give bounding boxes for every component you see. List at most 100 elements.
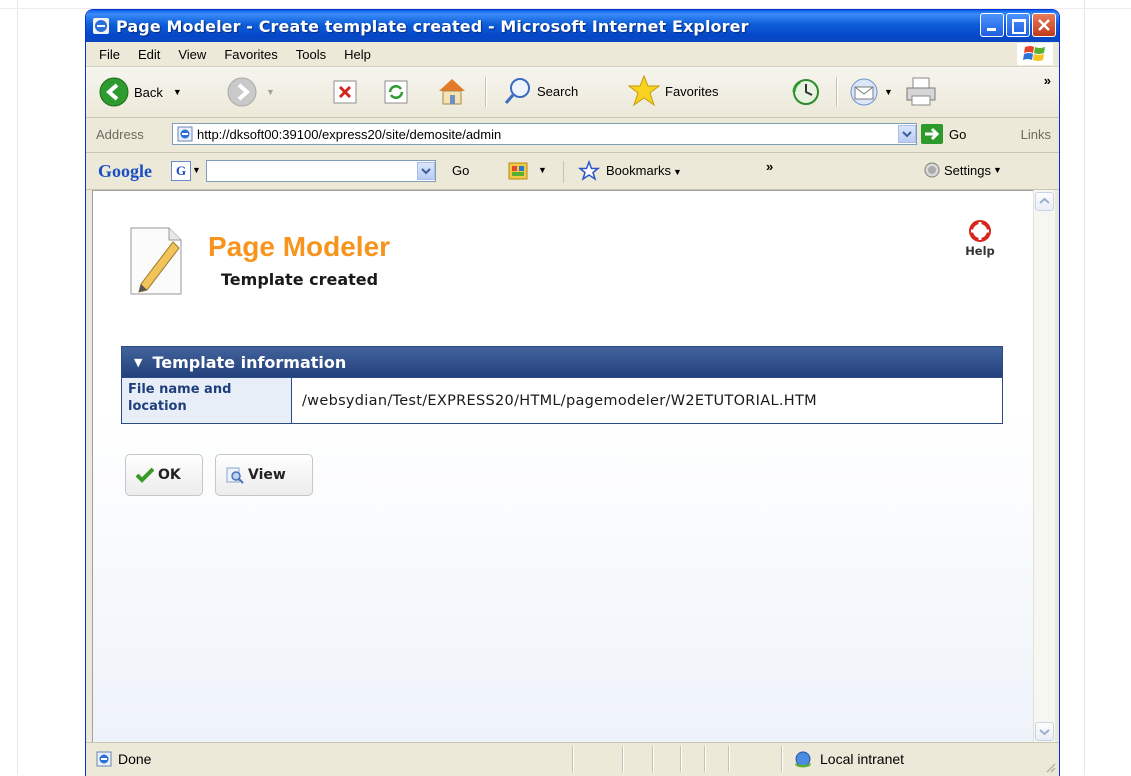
chevron-down-icon [902,131,912,138]
status-divider [652,746,654,772]
status-divider [704,746,706,772]
search-button[interactable]: Search [503,76,578,106]
settings-label: Settings [944,162,991,178]
google-g-icon[interactable]: G [171,161,191,181]
google-extra-icon[interactable] [506,159,532,183]
address-dropdown-button[interactable] [898,125,916,143]
ok-button[interactable]: OK [125,454,203,496]
help-lifebuoy-icon [969,220,991,242]
scroll-down-button[interactable] [1035,722,1054,741]
favorites-button[interactable]: Favorites [627,74,718,108]
menu-bar: File Edit View Favorites Tools Help [86,42,1059,67]
refresh-button[interactable] [384,80,408,104]
resize-grip-icon[interactable] [1044,761,1056,773]
checkmark-icon [136,467,154,483]
status-divider [622,746,624,772]
guide-line-right [1084,0,1085,775]
menu-view[interactable]: View [169,47,215,62]
panel-header[interactable]: ▼ Template information [122,347,1002,377]
mail-dropdown-icon[interactable]: ▼ [884,87,893,97]
bookmarks-dropdown-icon: ▼ [673,167,682,177]
history-icon [792,79,819,105]
google-overflow-chevron[interactable]: » [766,159,773,174]
status-divider [680,746,682,772]
page-ie-icon [177,126,193,142]
chevron-up-icon [1039,197,1050,204]
menu-edit[interactable]: Edit [129,47,169,62]
minimize-button[interactable] [980,13,1004,37]
print-button[interactable] [904,76,938,108]
status-bar: Done Local intranet [86,742,1059,776]
google-logo-text: Google [98,161,152,181]
toolbar-overflow-chevron[interactable]: » [1044,73,1051,88]
google-search-dropdown[interactable] [417,162,435,180]
table-row: File name and location /websydian/Test/E… [122,377,1002,423]
ok-label: OK [158,467,181,483]
bookmark-star-icon [578,160,600,181]
title-bar[interactable]: Page Modeler - Create template created -… [86,10,1059,42]
close-icon [1038,19,1050,31]
google-menu-dropdown-icon[interactable]: ▼ [192,165,201,175]
standard-toolbar: Back ▼ ▼ Search Favorites ▼ » [86,67,1059,118]
close-button[interactable] [1032,13,1056,37]
view-label: View [248,467,286,483]
settings-radio-icon [924,162,940,178]
menu-file[interactable]: File [86,47,129,62]
vertical-scrollbar[interactable] [1033,190,1055,743]
forward-dropdown-icon[interactable]: ▼ [266,87,275,97]
bookmarks-label: Bookmarks [606,163,672,178]
toolbar-separator [485,77,487,107]
menu-tools[interactable]: Tools [287,47,335,62]
menu-help[interactable]: Help [335,47,380,62]
google-logo[interactable]: Google [98,161,152,182]
file-location-label: File name and location [122,378,292,423]
guide-line-left [17,0,18,775]
google-search-input[interactable] [206,160,436,182]
settings-menu[interactable]: Settings ▼ [924,162,1002,178]
chevron-down-icon [1039,729,1050,736]
stop-button[interactable] [333,80,357,104]
forward-arrow-icon [227,77,257,107]
links-label[interactable]: Links [1021,127,1051,142]
bookmarks-menu[interactable]: Bookmarks ▼ [606,163,682,178]
minimize-icon [987,28,996,31]
google-extra-dropdown-icon[interactable]: ▼ [538,165,547,175]
favorites-star-icon [627,74,661,107]
address-input[interactable]: http://dksoft00:39100/express20/site/dem… [172,123,917,145]
menu-favorites[interactable]: Favorites [215,47,286,62]
google-go-button[interactable]: Go [452,163,469,178]
help-link[interactable]: Help [957,220,1003,258]
local-intranet-icon [795,751,811,768]
history-button[interactable] [790,76,822,108]
page-ie-icon [96,751,112,767]
window-title: Page Modeler - Create template created -… [116,16,749,36]
back-dropdown-icon[interactable]: ▼ [173,87,182,97]
search-icon [504,78,530,104]
maximize-button[interactable] [1006,13,1030,37]
template-information-panel: ▼ Template information File name and loc… [121,346,1003,424]
home-icon [439,79,465,105]
page-content: Page Modeler Template created Help ▼ Tem… [92,190,1042,743]
status-divider [781,746,783,772]
scroll-up-button[interactable] [1035,192,1054,211]
address-url: http://dksoft00:39100/express20/site/dem… [197,126,502,142]
address-bar: Address http://dksoft00:39100/express20/… [86,118,1059,153]
printer-icon [906,77,936,106]
back-arrow-icon [99,77,129,107]
google-separator [563,161,564,183]
status-text: Done [118,751,152,767]
back-button[interactable]: Back ▼ [98,76,182,108]
security-zone: Local intranet [792,749,904,769]
home-button[interactable] [436,76,468,106]
file-location-value: /websydian/Test/EXPRESS20/HTML/pagemodel… [302,392,817,409]
refresh-icon [384,80,408,104]
maximize-icon [1012,19,1026,34]
view-button[interactable]: View [215,454,313,496]
mail-button[interactable]: ▼ [848,76,893,108]
go-label: Go [949,126,967,142]
go-button[interactable]: Go [921,124,966,144]
forward-button[interactable]: ▼ [226,76,275,108]
status-divider [728,746,730,772]
favorites-label: Favorites [665,83,719,99]
chevron-down-icon [421,168,431,175]
